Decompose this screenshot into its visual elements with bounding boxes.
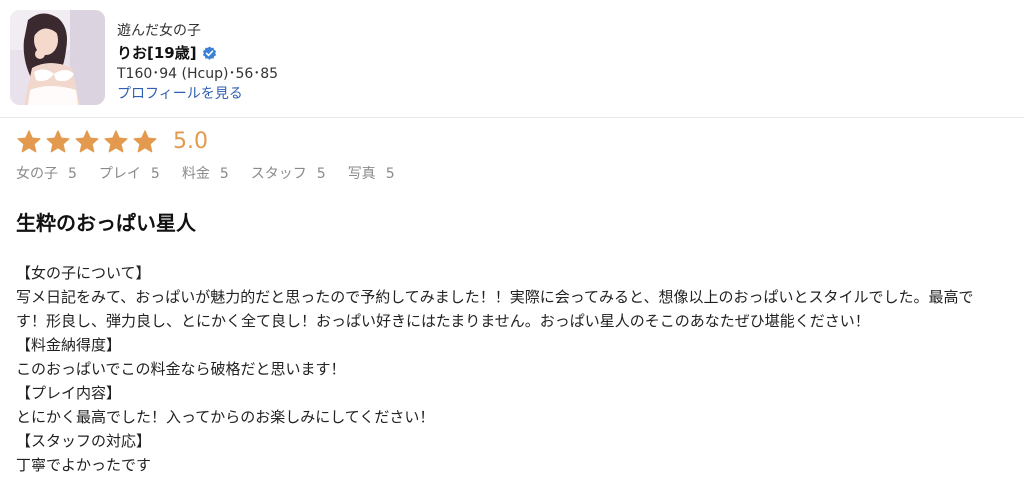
profile-header: 遊んだ女の子 りお[19歳] T160･94 (Hcup)･56･85 プロフィ…: [0, 0, 1024, 118]
measurements: T160･94 (Hcup)･56･85: [117, 66, 279, 82]
rating-stars: [16, 129, 161, 155]
avatar-photo: [10, 10, 105, 105]
review-line: 丁寧でよかったです: [16, 456, 152, 474]
profile-info: 遊んだ女の子 りお[19歳] T160･94 (Hcup)･56･85 プロフィ…: [117, 22, 278, 103]
girl-name: りお[19歳]: [117, 44, 197, 62]
review-title: 生粋のおっぱい星人: [16, 211, 196, 235]
sub-rating-item: スタッフ 5: [251, 164, 326, 184]
review-line: このおっぱいでこの料金なら破格だと思います！: [16, 360, 346, 378]
sub-rating-label: スタッフ: [250, 166, 307, 182]
sub-rating-value: 5: [150, 166, 160, 182]
rating-score: 5.0: [173, 129, 208, 154]
name-row: りお[19歳]: [117, 43, 278, 63]
sub-rating-label: 女の子: [16, 166, 58, 182]
star-icon: [75, 130, 99, 153]
review-page: 遊んだ女の子 りお[19歳] T160･94 (Hcup)･56･85 プロフィ…: [0, 0, 1024, 478]
sub-rating-value: 5: [385, 166, 395, 182]
sub-rating-item: 写真 5: [348, 164, 395, 184]
sub-rating-value: 5: [68, 166, 77, 182]
verified-check-icon: [202, 45, 217, 61]
profile-tagline: 遊んだ女の子: [117, 23, 201, 39]
review-line: 【料金納得度】: [16, 336, 122, 354]
sub-ratings: 女の子 5 プレイ 5 料金 5 スタッフ 5 写真 5: [16, 164, 417, 184]
sub-rating-item: 料金 5: [182, 164, 229, 184]
sub-rating-value: 5: [316, 166, 326, 182]
review-line: 【女の子について】: [16, 264, 151, 282]
sub-rating-item: プレイ 5: [99, 164, 160, 184]
star-icon: [133, 130, 157, 153]
sub-rating-label: プレイ: [98, 166, 141, 182]
sub-rating-label: 料金: [181, 166, 210, 182]
sub-rating-item: 女の子 5: [16, 164, 77, 184]
avatar[interactable]: [10, 10, 105, 105]
view-profile-link[interactable]: プロフィールを見る: [117, 85, 243, 103]
review-line: 写メ日記をみて、おっぱいが魅力的だと思ったので予約してみました！！実際に会ってみ…: [16, 288, 974, 306]
sub-rating-label: 写真: [347, 166, 376, 182]
review-body: 【女の子について】写メ日記をみて、おっぱいが魅力的だと思ったので予約してみました…: [16, 261, 1016, 477]
sub-rating-value: 5: [219, 166, 229, 182]
star-icon: [46, 130, 70, 153]
star-icon: [17, 130, 41, 153]
star-icon: [104, 130, 128, 153]
review-line: 【スタッフの対応】: [16, 432, 152, 450]
review-line: す！形良し、弾力良し、とにかく全て良し！おっぱい好きにはたまりません。おっぱい星…: [16, 312, 870, 330]
review-line: とにかく最高でした！入ってからのお楽しみにしてください！: [16, 408, 435, 426]
overall-rating: 5.0: [16, 126, 208, 158]
review-line: 【プレイ内容】: [16, 384, 122, 402]
